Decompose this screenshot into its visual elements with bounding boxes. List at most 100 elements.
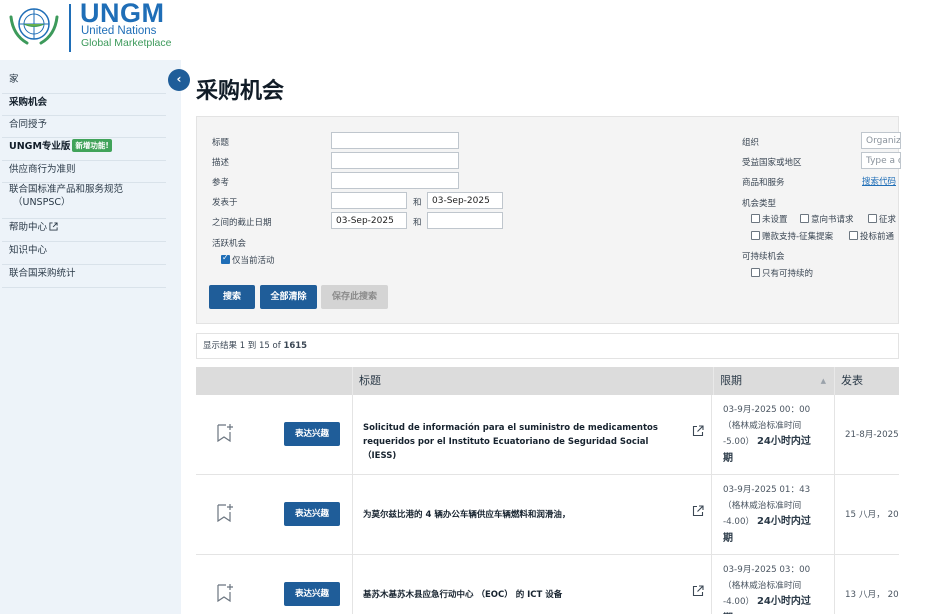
- type-not-set-checkbox[interactable]: 未设置: [751, 213, 788, 225]
- type-pre-bid-checkbox[interactable]: 投标前通: [849, 230, 894, 242]
- deadline-timezone: （格林威治标准时间: [723, 420, 802, 431]
- sidebar-item-contract-awards[interactable]: 合同授予: [2, 116, 166, 138]
- bookmark-add-icon[interactable]: [216, 423, 234, 443]
- sidebar: 家 采购机会 合同授予 UNGM专业版 新增功能! 供应商行为准则 联合国标准产品…: [0, 60, 181, 614]
- external-link-icon[interactable]: [692, 505, 704, 517]
- sidebar-item-ungm-pro[interactable]: UNGM专业版 新增功能!: [2, 138, 166, 161]
- published-cell: 13 八月， 20: [834, 555, 899, 614]
- published-cell: 21-8月-2025: [834, 395, 899, 475]
- title-cell: 基苏木基苏木县应急行动中心 （EOC） 的 ICT 设备: [352, 555, 712, 614]
- description-input[interactable]: [331, 152, 459, 169]
- deadline-cell: 03-9月-2025 03：00 （格林威治标准时间 -4.00） 24小时内过…: [723, 563, 831, 614]
- type-eoi-checkbox[interactable]: 意向书请求: [800, 213, 854, 225]
- checkbox-label: 意向书请求: [811, 215, 854, 225]
- clear-all-button[interactable]: 全部清除: [260, 285, 317, 309]
- published-cell: 15 八月， 20: [834, 475, 899, 555]
- sidebar-item-code-of-conduct[interactable]: 供应商行为准则: [2, 161, 166, 183]
- title-cell: Solicitud de información para el suminis…: [352, 395, 712, 475]
- opportunity-title-link[interactable]: Solicitud de información para el suminis…: [363, 421, 683, 463]
- express-interest-button[interactable]: 表达兴趣: [284, 502, 340, 526]
- external-link-icon[interactable]: [692, 425, 704, 437]
- deadline-to-input[interactable]: [427, 212, 503, 229]
- reference-input[interactable]: [331, 172, 459, 189]
- sidebar-item-home[interactable]: 家: [2, 71, 166, 94]
- header-deadline-label: 限期: [720, 374, 742, 387]
- and-label: 和: [413, 218, 422, 228]
- sidebar-item-unspsc[interactable]: 联合国标准产品和服务规范 （UNSPSC）: [2, 183, 166, 219]
- expiring-flag-2: 期: [723, 452, 733, 464]
- results-total: 1615: [283, 341, 308, 351]
- sustainable-only-checkbox[interactable]: 只有可持续的: [751, 267, 813, 279]
- published-date: 13 八月， 20: [845, 590, 899, 600]
- sidebar-item-label: UNGM专业版: [9, 141, 71, 152]
- sidebar-collapse-button[interactable]: ‹: [168, 69, 190, 91]
- checkbox-label: 投标前通: [860, 232, 895, 242]
- bookmark-add-icon[interactable]: [216, 503, 234, 523]
- checkbox-icon: [868, 214, 877, 223]
- sidebar-item-opportunities[interactable]: 采购机会: [2, 94, 166, 116]
- type-solicitation-checkbox[interactable]: 征求: [868, 213, 896, 225]
- header-published-label: 发表: [841, 374, 863, 387]
- checkbox-icon: [800, 214, 809, 223]
- active-only-label: 仅当前活动: [232, 256, 275, 266]
- opportunity-title-link[interactable]: 为莫尔兹比港的 4 辆办公车辆供应车辆燃料和润滑油，: [363, 508, 683, 522]
- external-link-icon[interactable]: [692, 585, 704, 597]
- opportunity-title-link[interactable]: 基苏木基苏木县应急行动中心 （EOC） 的 ICT 设备: [363, 588, 683, 602]
- checkbox-icon: [751, 231, 760, 240]
- published-to-input[interactable]: 03-Sep-2025: [427, 192, 503, 209]
- table-header-title[interactable]: 标题: [352, 367, 713, 395]
- site-header: UNGM United Nations Global Marketplace: [0, 0, 929, 60]
- type-grant-checkbox[interactable]: 赠款支持-征集提案: [751, 230, 833, 242]
- sidebar-item-label: 帮助中心: [9, 222, 48, 233]
- organization-input[interactable]: Organiz: [861, 132, 901, 149]
- search-code-link[interactable]: 搜索代码: [862, 175, 896, 187]
- sidebar-item-knowledge-center[interactable]: 知识中心: [2, 242, 166, 265]
- sidebar-item-label: 联合国采购统计: [9, 268, 76, 279]
- expiring-flag: 24小时内过: [756, 516, 811, 527]
- title-cell: 为莫尔兹比港的 4 辆办公车辆供应车辆燃料和润滑油，: [352, 475, 712, 555]
- deadline-label: 之间的截止日期: [212, 218, 272, 228]
- organization-label: 组织: [742, 138, 760, 148]
- express-interest-button[interactable]: 表达兴趣: [284, 582, 340, 606]
- save-search-button[interactable]: 保存此搜索: [321, 285, 388, 309]
- sidebar-item-label: 家: [9, 74, 19, 85]
- results-prefix: 显示结果 1 到 15 of: [203, 341, 284, 351]
- active-only-checkbox[interactable]: 仅当前活动: [221, 253, 275, 266]
- opportunity-type-label: 机会类型: [742, 199, 777, 209]
- table-header-deadline[interactable]: 限期 ▲: [713, 367, 834, 395]
- un-emblem-icon[interactable]: [7, 3, 61, 49]
- expiring-flag: 24小时内过: [756, 436, 811, 447]
- sidebar-item-help-center[interactable]: 帮助中心: [2, 219, 166, 242]
- table-header-published[interactable]: 发表: [834, 367, 899, 395]
- reference-label: 参考: [212, 178, 230, 188]
- and-label: 和: [413, 198, 422, 208]
- sidebar-item-procurement-stats[interactable]: 联合国采购统计: [2, 265, 166, 288]
- checkbox-label: 赠款支持-征集提案: [762, 232, 834, 242]
- checkbox-icon: [751, 268, 760, 277]
- sidebar-item-label-2: （UNSPSC）: [13, 197, 71, 208]
- published-date: 21-8月-2025: [845, 430, 899, 440]
- active-label: 活跃机会: [212, 239, 247, 249]
- logo-divider: [69, 4, 71, 52]
- search-button[interactable]: 搜索: [209, 285, 255, 309]
- bookmark-add-icon[interactable]: [216, 583, 234, 603]
- published-from-input[interactable]: [331, 192, 407, 209]
- table-row[interactable]: 表达兴趣 基苏木基苏木县应急行动中心 （EOC） 的 ICT 设备 03-9月-…: [196, 555, 899, 614]
- deadline-from-input[interactable]: 03-Sep-2025: [331, 212, 407, 229]
- deadline-offset: -4.00）: [723, 597, 755, 607]
- header-title-label: 标题: [359, 374, 381, 387]
- deadline-datetime: 03-9月-2025 00：00: [723, 405, 811, 415]
- title-label: 标题: [212, 138, 230, 148]
- express-interest-button[interactable]: 表达兴趣: [284, 422, 340, 446]
- checkbox-icon: [751, 214, 760, 223]
- external-link-icon: [49, 222, 58, 231]
- checkbox-checked-icon: [221, 253, 230, 264]
- title-input[interactable]: [331, 132, 459, 149]
- table-row[interactable]: 表达兴趣 Solicitud de información para el su…: [196, 395, 899, 475]
- deadline-cell: 03-9月-2025 00：00 （格林威治标准时间 -5.00） 24小时内过…: [723, 403, 831, 467]
- country-input[interactable]: Type a c: [861, 152, 901, 169]
- deadline-cell: 03-9月-2025 01：43 （格林威治标准时间 -4.00） 24小时内过…: [723, 483, 831, 547]
- page-title: 采购机会: [196, 79, 285, 104]
- published-date: 15 八月， 20: [845, 510, 899, 520]
- table-row[interactable]: 表达兴趣 为莫尔兹比港的 4 辆办公车辆供应车辆燃料和润滑油， 03-9月-20…: [196, 475, 899, 555]
